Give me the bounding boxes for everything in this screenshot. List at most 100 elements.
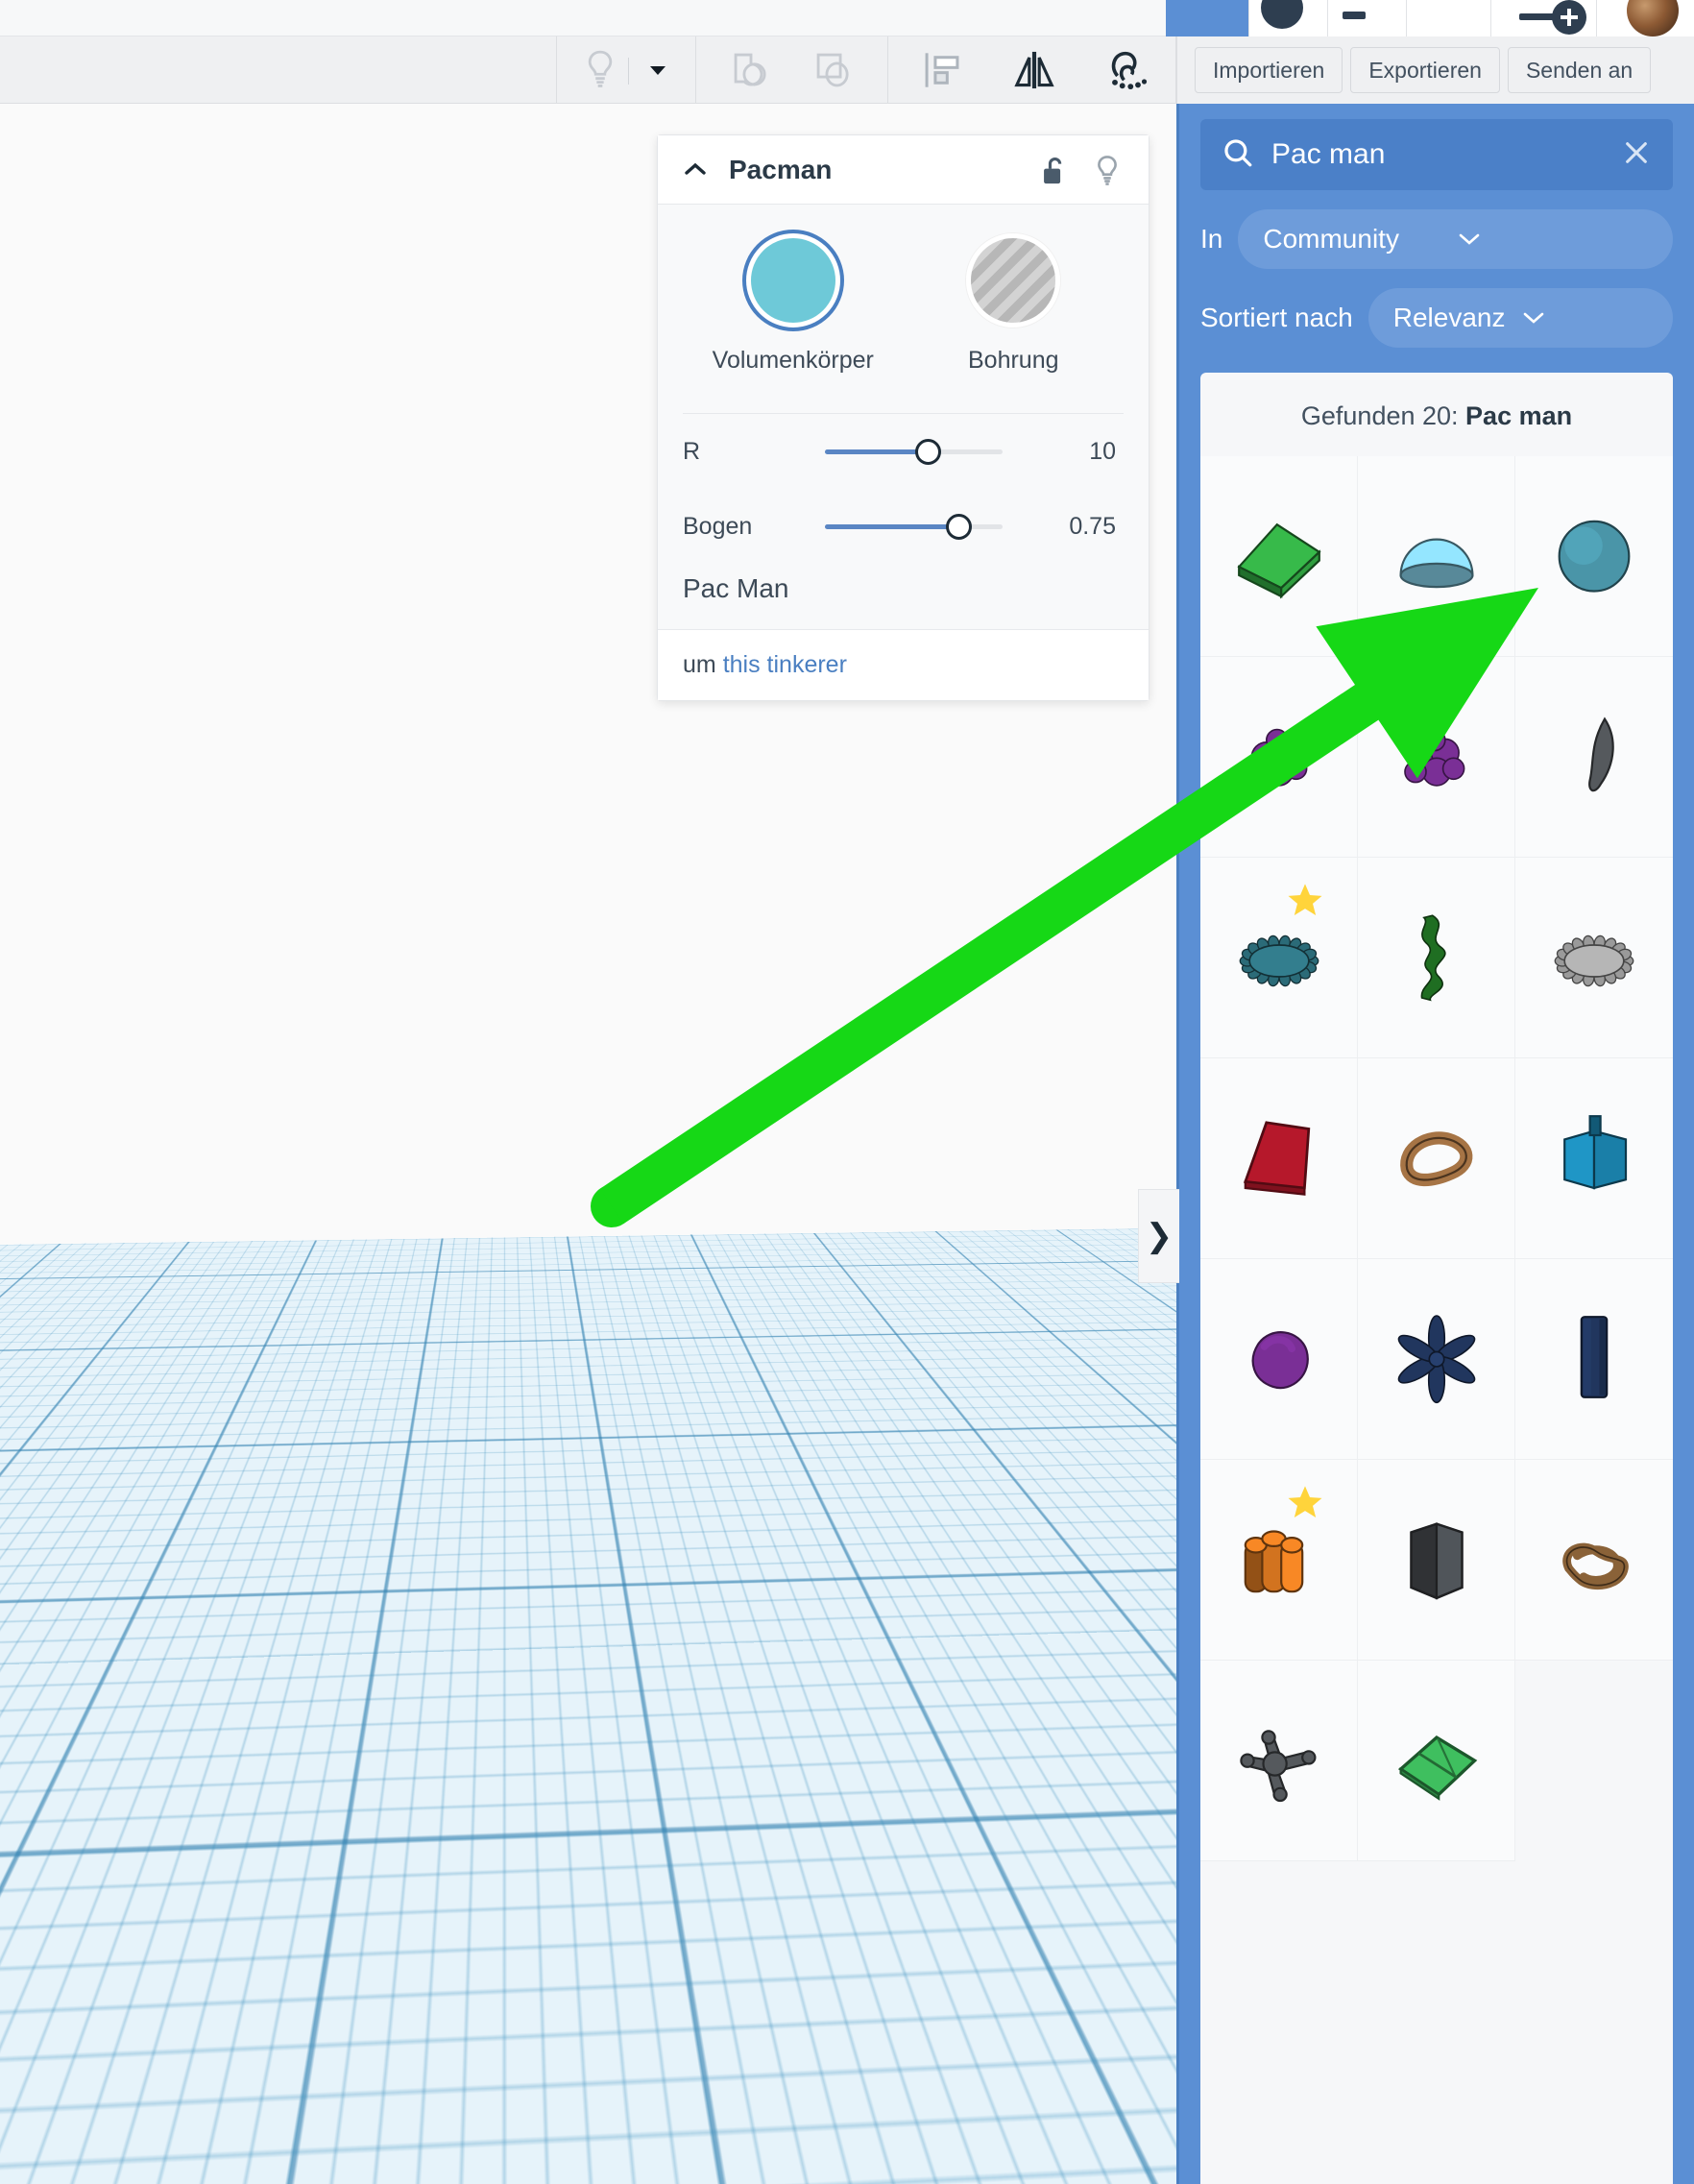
- shape-result-cell[interactable]: [1358, 456, 1515, 657]
- shape-result-cell[interactable]: [1358, 858, 1515, 1058]
- filter-in-row: In Community: [1200, 209, 1673, 269]
- shape-result-cell[interactable]: [1200, 1661, 1358, 1861]
- shape-result-cell[interactable]: [1200, 1460, 1358, 1661]
- shape-panel-body: Volumenkörper Bohrung R 10 Bogen 0.75 Pa…: [658, 205, 1149, 629]
- app-header-strip: [0, 0, 1694, 36]
- chevron-down-icon[interactable]: [632, 48, 684, 92]
- shape-result-cell[interactable]: [1515, 1460, 1673, 1661]
- shape-result-cell[interactable]: [1358, 1460, 1515, 1661]
- shape-result-cell[interactable]: [1358, 1058, 1515, 1259]
- hole-swatch-icon[interactable]: [966, 233, 1061, 328]
- shape-result-cell[interactable]: [1515, 1259, 1673, 1460]
- shape-results-grid: [1200, 456, 1673, 1861]
- slider-track-r[interactable]: [825, 438, 1003, 465]
- viewport-bottom-bar: Fangraster 5,0 mm: [0, 2125, 1176, 2184]
- filter-sort-value: Relevanz: [1392, 303, 1506, 332]
- slider-knob-bogen[interactable]: [945, 513, 972, 540]
- blue-half-cylinder: [1384, 501, 1489, 612]
- active-tab-indicator[interactable]: [1166, 0, 1248, 36]
- lightbulb-icon[interactable]: [1091, 154, 1124, 186]
- green-wavy-shape: [1384, 903, 1489, 1013]
- shape-result-cell[interactable]: [1200, 1058, 1358, 1259]
- shape-result-cell[interactable]: [1358, 657, 1515, 858]
- teal-sphere-shape: [1541, 501, 1647, 612]
- toolbar-divider: [628, 58, 629, 85]
- shape-panel-header: Pacman: [658, 135, 1149, 205]
- filter-in-value: Community: [1263, 224, 1399, 254]
- shape-result-cell[interactable]: [1515, 1058, 1673, 1259]
- chevron-down-icon: [1456, 224, 1648, 255]
- snap-grid-value: 5,0 mm: [1020, 2141, 1101, 2169]
- shape-result-cell[interactable]: [1515, 456, 1673, 657]
- slider-row-bogen: Bogen 0.75: [683, 489, 1124, 564]
- purple-blob-shape: [1226, 1304, 1332, 1415]
- shape-name-label: Pac Man: [683, 573, 789, 603]
- filter-in-label: In: [1200, 224, 1223, 254]
- purple-cluster-shape-2: [1384, 702, 1489, 813]
- search-input[interactable]: Pac man: [1271, 138, 1604, 171]
- chevron-down-icon: [1520, 303, 1648, 333]
- send-to-button[interactable]: Senden an: [1507, 47, 1652, 93]
- filter-sort-label: Sortiert nach: [1200, 303, 1353, 332]
- hole-mode-option[interactable]: Bohrung: [904, 233, 1125, 375]
- shape-result-cell[interactable]: [1200, 456, 1358, 657]
- toolbar-group-transform: [888, 36, 1176, 104]
- slider-track-bogen[interactable]: [825, 513, 1003, 540]
- shape-result-cell[interactable]: [1200, 858, 1358, 1058]
- shape-result-cell[interactable]: [1515, 657, 1673, 858]
- solid-swatch-icon[interactable]: [745, 233, 840, 328]
- minimize-icon: [1343, 12, 1366, 19]
- shape-panel-footer: um this tinkerer: [658, 629, 1149, 700]
- filter-sort-select[interactable]: Relevanz: [1367, 288, 1673, 348]
- header-cell-2[interactable]: [1327, 0, 1406, 36]
- chevron-up-icon[interactable]: [683, 158, 708, 182]
- lightbulb-icon[interactable]: [567, 48, 634, 92]
- chevron-up-icon: [1114, 2142, 1133, 2170]
- header-cell-3[interactable]: [1406, 0, 1490, 36]
- slider-value-bogen[interactable]: 0.75: [1003, 513, 1124, 541]
- tinkerer-link[interactable]: this tinkerer: [723, 651, 847, 678]
- filter-in-select[interactable]: Community: [1238, 209, 1673, 269]
- solid-mode-option[interactable]: Volumenkörper: [683, 233, 904, 375]
- slider-fill-r: [825, 449, 929, 454]
- green-wedge-shape: [1226, 501, 1332, 612]
- slider-fill-bogen: [825, 523, 958, 529]
- hole-label: Bohrung: [967, 347, 1059, 374]
- slider-row-r: R 10: [683, 414, 1124, 489]
- results-prefix: Gefunden 20:: [1300, 401, 1459, 430]
- toolbar-actions: Importieren Exportieren Senden an: [1176, 36, 1694, 104]
- gray-blade-shape: [1541, 702, 1647, 813]
- shape-result-cell[interactable]: [1358, 1661, 1515, 1861]
- ungroup-shapes-icon[interactable]: [792, 48, 875, 92]
- navy-bar-shape: [1541, 1304, 1647, 1415]
- green-tile-shape: [1384, 1706, 1489, 1816]
- settings-button[interactable]: Einstellungen: [976, 2075, 1150, 2122]
- purple-cluster-shape: [1226, 702, 1332, 813]
- shape-result-cell[interactable]: [1358, 1259, 1515, 1460]
- gray-jack-shape: [1226, 1706, 1332, 1816]
- align-icon[interactable]: [896, 48, 988, 92]
- tinkercad-workspace: Importieren Exportieren Senden an Pacman: [0, 0, 1694, 2184]
- shape-result-cell[interactable]: [1515, 858, 1673, 1058]
- slider-knob-r[interactable]: [915, 438, 942, 465]
- search-bar[interactable]: Pac man: [1200, 119, 1673, 190]
- toolbar-group-grouping: [696, 36, 888, 104]
- close-icon[interactable]: [1621, 137, 1652, 173]
- toolbar-group-left: [0, 36, 557, 104]
- slider-value-r[interactable]: 10: [1003, 438, 1124, 466]
- mirror-icon[interactable]: [988, 48, 1080, 92]
- results-count-label: Gefunden 20: Pac man: [1200, 373, 1673, 456]
- group-shapes-icon[interactable]: [710, 48, 792, 92]
- shape-result-cell[interactable]: [1200, 1259, 1358, 1460]
- import-button[interactable]: Importieren: [1195, 47, 1343, 93]
- shape-result-cell[interactable]: [1200, 657, 1358, 858]
- search-panel-top: Pac man In Community Sortiert nach Relev…: [1179, 104, 1694, 369]
- export-button[interactable]: Exportieren: [1350, 47, 1500, 93]
- panel-collapse-handle[interactable]: ❯: [1138, 1189, 1179, 1283]
- add-collaborator-icon[interactable]: [1519, 0, 1588, 36]
- brown-knot-shape: [1541, 1505, 1647, 1615]
- toolbar-group-light: [557, 36, 696, 104]
- magnet-snap-icon[interactable]: [1080, 48, 1173, 92]
- unlock-icon[interactable]: [1037, 154, 1070, 186]
- snap-grid-select[interactable]: 5,0 mm: [1004, 2134, 1150, 2176]
